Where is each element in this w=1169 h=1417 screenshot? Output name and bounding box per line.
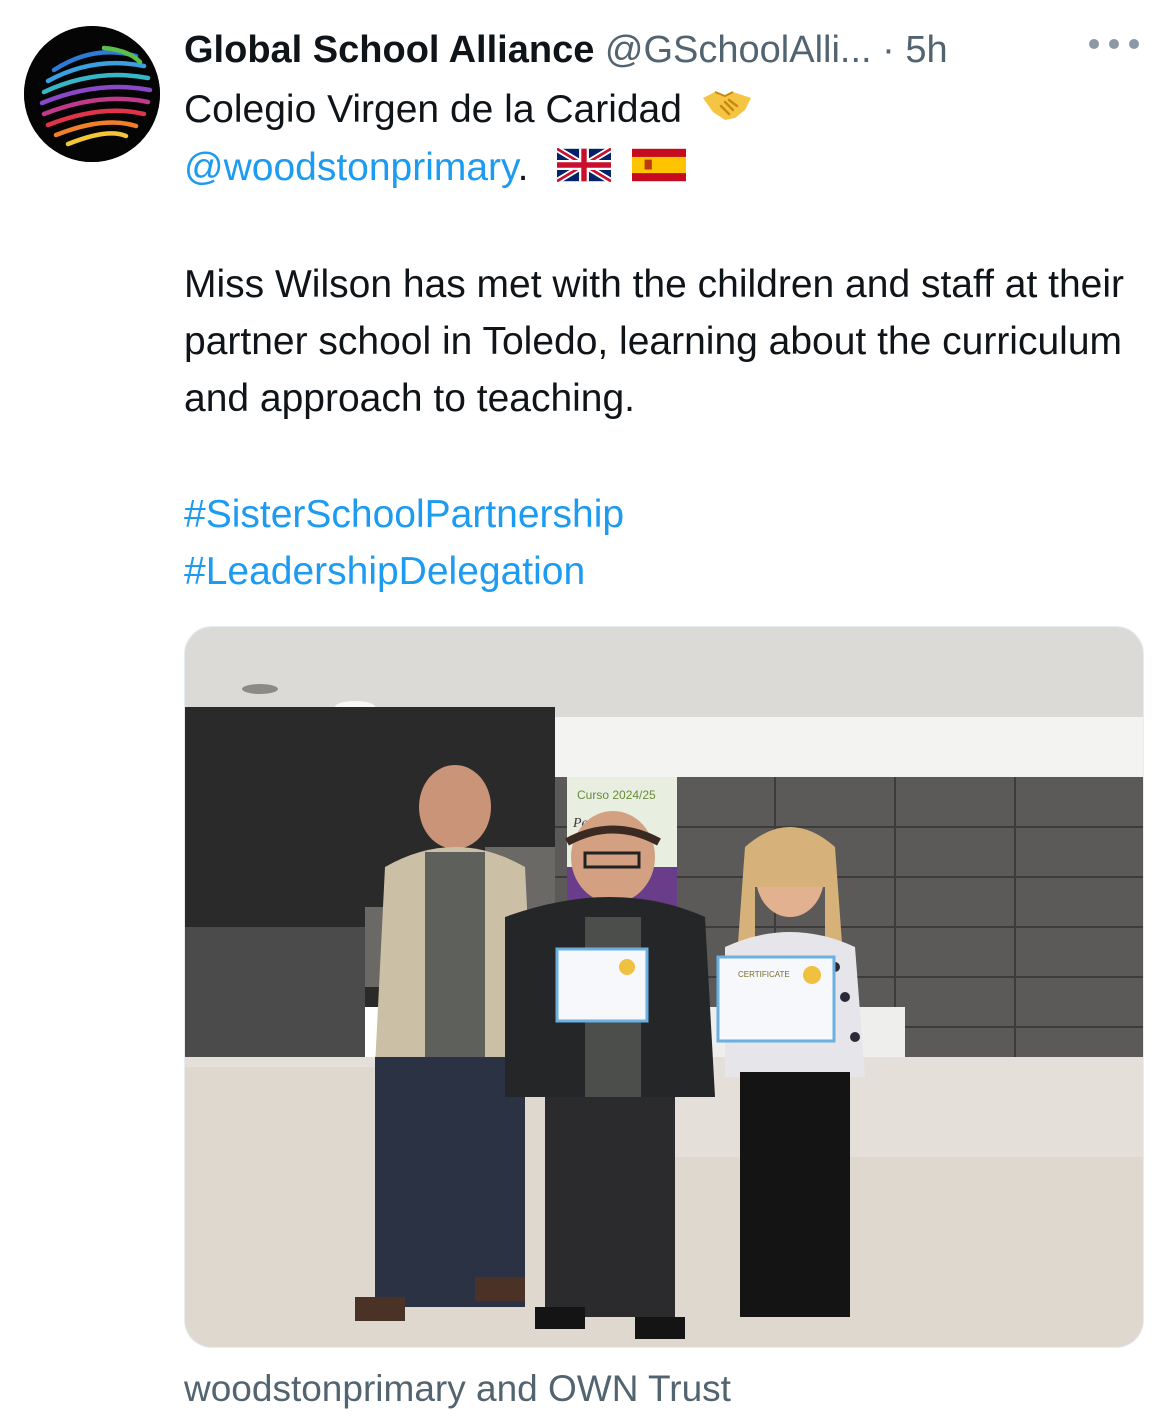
profile-avatar[interactable] (24, 26, 160, 162)
photo-illustration: Curso 2024/25 Per s de (185, 627, 1143, 1347)
mention-suffix: . (517, 146, 529, 189)
hashtag-link[interactable]: #LeadershipDelegation (184, 543, 1144, 600)
mention-link[interactable]: @woodstonprimary (184, 146, 518, 189)
certificate-left (555, 947, 649, 1023)
user-handle[interactable]: @GSchoolAlli... (605, 29, 872, 71)
more-options-icon[interactable] (1089, 34, 1139, 54)
tweet-text-line1: Colegio Virgen de la Caridad (184, 81, 1144, 140)
uk-flag-icon (555, 141, 613, 198)
handshake-icon (699, 83, 755, 140)
tweet[interactable]: Global School Alliance @GSchoolAlli... ·… (0, 0, 1169, 1417)
timestamp[interactable]: 5h (905, 29, 947, 71)
certificate-label: CERTIFICATE (738, 970, 790, 979)
tweet-text-line2: @woodstonprimary. (184, 139, 1144, 198)
display-name[interactable]: Global School Alliance (184, 29, 594, 71)
school-name-text: Colegio Virgen de la Caridad (184, 88, 682, 131)
globe-logo-icon (24, 26, 160, 162)
spain-flag-icon (632, 141, 687, 198)
tweet-photo[interactable]: Curso 2024/25 Per s de (184, 626, 1144, 1348)
tweet-header: Global School Alliance @GSchoolAlli... ·… (184, 24, 1149, 80)
hashtag-link[interactable]: #SisterSchoolPartnership (184, 486, 1144, 543)
separator-dot: · (882, 29, 895, 71)
tweet-paragraph: Miss Wilson has met with the children an… (184, 263, 1125, 420)
banner-text: Curso 2024/25 (577, 788, 656, 802)
tagged-users[interactable]: woodstonprimary and OWN Trust (184, 1368, 731, 1410)
hashtag-list: #SisterSchoolPartnership #LeadershipDele… (184, 486, 1144, 600)
